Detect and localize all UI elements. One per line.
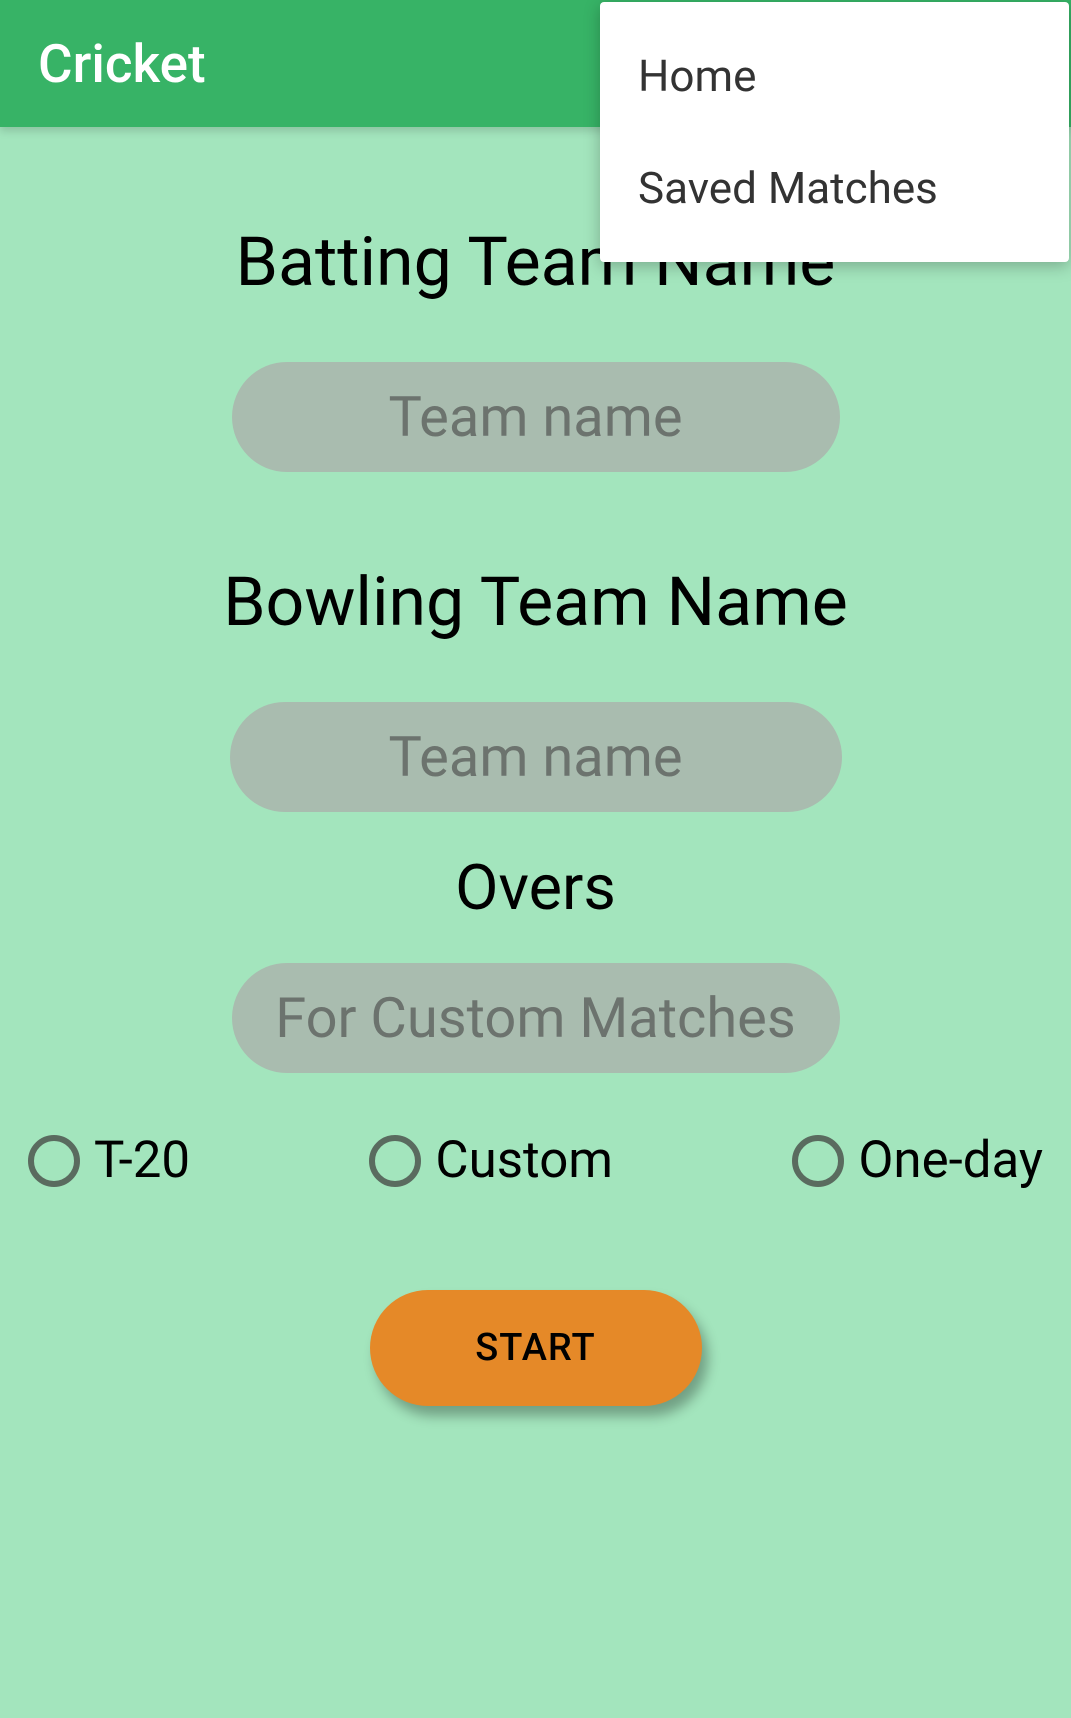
menu-item-home[interactable]: Home [600, 20, 1069, 132]
menu-item-saved-matches[interactable]: Saved Matches [600, 132, 1069, 244]
radio-custom[interactable]: Custom [369, 1131, 613, 1190]
radio-t20[interactable]: T-20 [28, 1131, 190, 1190]
batting-team-input[interactable] [232, 362, 840, 472]
radio-label-oneday: One-day [858, 1131, 1043, 1190]
app-title: Cricket [38, 33, 206, 95]
menu-popup: Home Saved Matches [600, 2, 1069, 262]
overs-label: Overs [455, 852, 616, 925]
bowling-team-input[interactable] [230, 702, 842, 812]
bowling-team-label: Bowling Team Name [223, 562, 848, 642]
main-content: Batting Team Name Bowling Team Name Over… [0, 127, 1071, 1406]
overs-input[interactable] [232, 963, 840, 1073]
radio-circle-icon [792, 1135, 844, 1187]
radio-circle-icon [28, 1135, 80, 1187]
radio-oneday[interactable]: One-day [792, 1131, 1043, 1190]
match-type-radio-group: T-20 Custom One-day [0, 1131, 1071, 1190]
radio-circle-icon [369, 1135, 421, 1187]
start-button[interactable]: START [370, 1290, 702, 1406]
radio-label-t20: T-20 [94, 1131, 190, 1190]
radio-label-custom: Custom [435, 1131, 613, 1190]
